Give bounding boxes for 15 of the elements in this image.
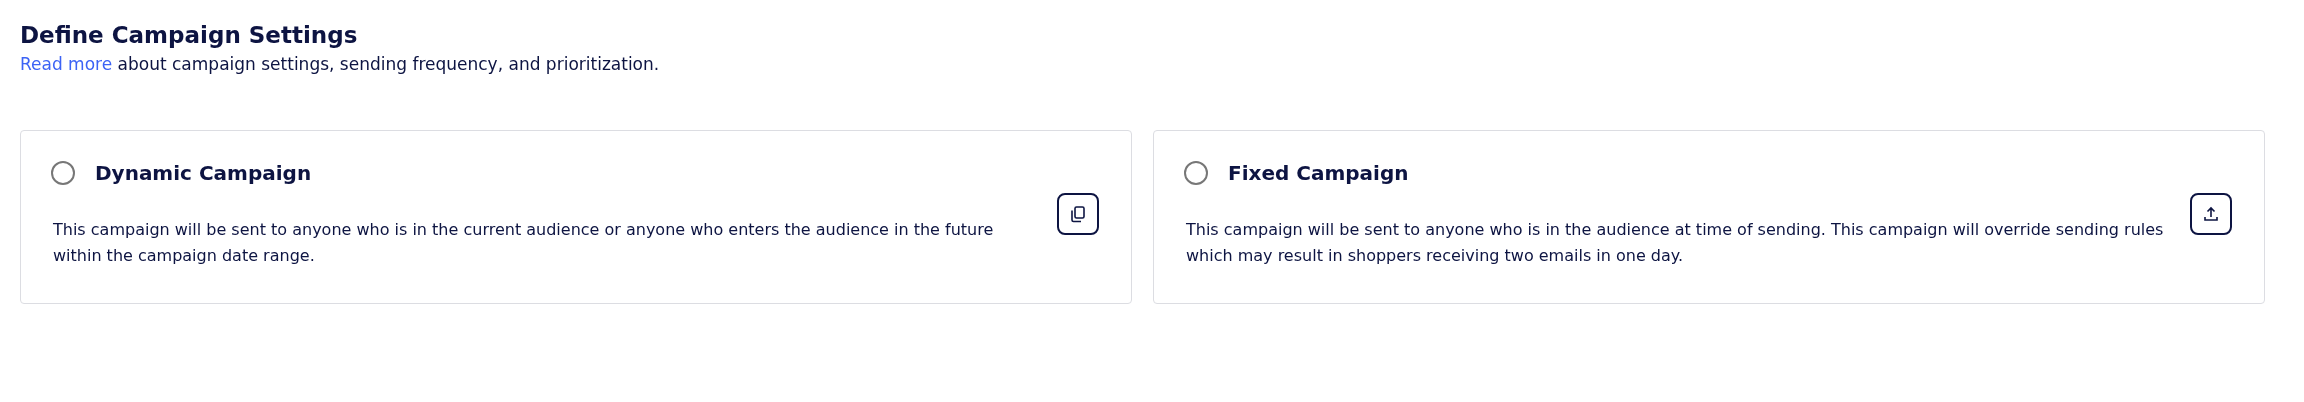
option-description: This campaign will be sent to anyone who is in the current audience or anyone who enters the audience in the future within the campaign date range. <box>53 219 995 267</box>
copy-button[interactable] <box>1057 193 1099 235</box>
copy-icon <box>1068 204 1088 224</box>
intro-text: Read more about campaign settings, sending frequency, and prioritization. <box>20 53 661 76</box>
radio-button[interactable] <box>51 161 75 185</box>
upload-button[interactable] <box>2190 193 2232 235</box>
radio-button[interactable] <box>1184 161 1208 185</box>
page-title: Define Campaign Settings <box>20 21 359 50</box>
option-title: Dynamic Campaign <box>95 161 312 185</box>
campaign-option-card[interactable]: Dynamic Campaign This campaign will be sent to anyone who is in the current audience or anyone who enters the audience in the future within the campaign date range. <box>20 130 1132 304</box>
option-description: This campaign will be sent to anyone who is in the audience at time of sending. This campaign will override sending rules which may result in shoppers receiving two emails in one day. <box>1186 219 2165 267</box>
upload-icon <box>2202 205 2220 223</box>
read-more-link[interactable]: Read more <box>20 54 113 74</box>
campaign-option-card[interactable]: Fixed Campaign This campaign will be sent to anyone who is in the audience at time of sending. This campaign will override sending rules which may result in shoppers receiving two emails in one day. <box>1153 130 2265 304</box>
option-title: Fixed Campaign <box>1228 161 1409 185</box>
